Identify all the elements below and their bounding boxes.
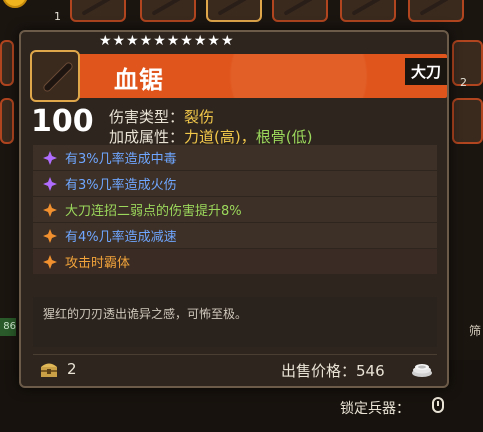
affix-text: 大刀连招二弱点的伤害提升8% (65, 204, 242, 219)
inventory-slot[interactable] (272, 0, 328, 22)
affix-row: 大刀连招二弱点的伤害提升8% (33, 197, 437, 222)
sell-price-label: 出售价格： (281, 362, 357, 380)
inventory-slot[interactable] (452, 40, 483, 86)
affix-text: 有3%几率造成火伤 (65, 178, 177, 193)
coin-icon (2, 0, 28, 8)
tooltip-footer: 2 出售价格：546 (33, 354, 437, 384)
affix-row: 有3%几率造成火伤 (33, 171, 437, 196)
affix-text: 攻击时霸体 (65, 256, 131, 271)
blade-weapon-icon (30, 50, 80, 102)
inventory-slot[interactable] (70, 0, 126, 22)
damage-type-label: 伤害类型： (109, 108, 185, 126)
inventory-slot[interactable] (0, 98, 14, 144)
bonus-value-strength: 力道(高) (184, 128, 241, 146)
star-rating: ★★★★★★★★★★ (99, 33, 235, 49)
damage-type-value: 裂伤 (184, 108, 215, 126)
purple-diamond-icon (43, 176, 57, 191)
inventory-slot[interactable] (408, 0, 464, 22)
mouse-icon[interactable] (432, 397, 444, 413)
purple-diamond-icon (43, 150, 57, 165)
side-counter: 86 (0, 318, 16, 336)
inventory-slot[interactable] (452, 98, 483, 144)
sell-price-value: 546 (356, 362, 385, 380)
lock-weapon-label: 锁定兵器： (340, 401, 410, 417)
affix-text: 有4%几率造成减速 (65, 230, 177, 245)
affix-text: 有3%几率造成中毒 (65, 152, 177, 167)
item-count: 2 (67, 360, 77, 378)
orange-diamond-icon (43, 202, 57, 217)
bonus-separator: ， (240, 128, 256, 146)
filter-label[interactable]: 筛 (469, 322, 481, 339)
item-description: 猩红的刀刃透出诡异之感，可怖至极。 (43, 307, 248, 321)
chest-icon (41, 363, 57, 377)
bonus-value-bone: 根骨(低) (255, 128, 313, 146)
item-header: 血锯 大刀 (30, 50, 447, 102)
inventory-slot[interactable] (340, 0, 396, 22)
item-tooltip: ★★★★★★★★★★ 血锯 大刀 100 伤害类型：裂伤 加成属性：力道(高)，… (19, 30, 449, 388)
weapon-type-tag: 大刀 (404, 58, 447, 85)
inventory-top-row (0, 0, 483, 24)
orange-diamond-icon (43, 228, 57, 243)
slot-number: 2 (460, 76, 467, 89)
damage-type-row: 伤害类型：裂伤 (109, 106, 214, 127)
silver-coins-icon (412, 364, 432, 377)
inventory-slot[interactable] (206, 0, 262, 22)
item-power: 100 (31, 104, 94, 139)
item-name: 血锯 (114, 66, 164, 94)
affix-list: 有3%几率造成中毒 有3%几率造成火伤 大刀连招二弱点的伤害提升8% 有4%几率… (33, 145, 437, 275)
bonus-label: 加成属性： (109, 128, 185, 146)
sell-price: 出售价格：546 (281, 360, 385, 381)
bonus-row: 加成属性：力道(高)，根骨(低) (109, 126, 312, 147)
slot-number: 1 (54, 10, 61, 23)
footer-divider (33, 354, 437, 355)
affix-row: 有4%几率造成减速 (33, 223, 437, 248)
inventory-slot[interactable] (0, 40, 14, 86)
affix-row: 攻击时霸体 (33, 249, 437, 274)
inventory-slot[interactable] (140, 0, 196, 22)
affix-row: 有3%几率造成中毒 (33, 145, 437, 170)
orange-diamond-icon (43, 254, 57, 269)
description-area: 猩红的刀刃透出诡异之感，可怖至极。 (33, 297, 437, 347)
